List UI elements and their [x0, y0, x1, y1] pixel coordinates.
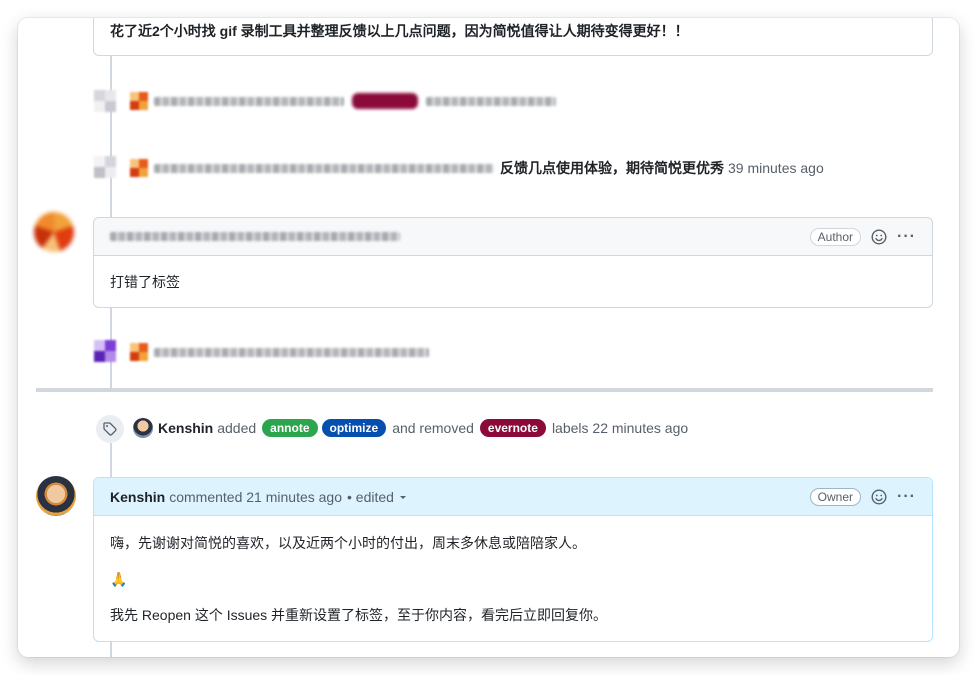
- avatar[interactable]: [133, 418, 153, 438]
- comment-meta[interactable]: commented 21 minutes ago: [169, 489, 342, 505]
- avatar[interactable]: [34, 212, 74, 252]
- comment-body: 打错了标签: [110, 274, 180, 290]
- smiley-icon[interactable]: [871, 228, 887, 245]
- timeline-line: [110, 443, 112, 478]
- edit-icon: [94, 156, 116, 178]
- timeline-line: [110, 640, 112, 657]
- previous-comment-card: 花了近2个小时找 gif 录制工具并整理反馈以上几点问题，因为简悦值得让人期待变…: [93, 18, 933, 56]
- edited-dropdown[interactable]: • edited: [347, 489, 394, 505]
- avatar: [130, 159, 148, 177]
- timeline-divider: [36, 388, 933, 392]
- more-options-icon[interactable]: ···: [897, 228, 916, 246]
- comment-paragraph: 我先 Reopen 这个 Issues 并重新设置了标签，至于你内容，看完后立即…: [110, 607, 608, 623]
- label-optimize[interactable]: optimize: [321, 419, 387, 437]
- praying-hands-emoji: 🙏: [110, 571, 128, 587]
- chevron-down-icon[interactable]: [398, 489, 408, 505]
- blurred-header-text: [110, 232, 400, 241]
- new-title-text: 反馈几点使用体验，期待简悦更优秀: [500, 160, 724, 176]
- label-annote[interactable]: annote: [262, 419, 318, 437]
- author-badge: Author: [809, 227, 862, 246]
- removed-text: and removed: [392, 420, 474, 436]
- added-text: added: [217, 420, 257, 436]
- user-link[interactable]: Kenshin: [110, 489, 165, 505]
- blurred-event-row: [130, 92, 556, 110]
- author-comment-card: Author ··· 打错了标签: [93, 217, 933, 308]
- labels-event-row: Kenshin added annote optimize and remove…: [133, 418, 688, 438]
- blurred-event-row: [130, 343, 429, 361]
- avatar[interactable]: [36, 476, 76, 516]
- owner-comment-card: Kenshin commented 21 minutes ago • edite…: [93, 477, 933, 642]
- avatar: [130, 343, 148, 361]
- user-link[interactable]: Kenshin: [158, 420, 213, 436]
- blurred-text: [154, 96, 344, 106]
- label-evernote[interactable]: evernote: [479, 419, 546, 437]
- blurred-text: [154, 347, 429, 357]
- blurred-label: [352, 93, 418, 109]
- event-icon: [94, 340, 116, 362]
- previous-comment-text: 花了近2个小时找 gif 录制工具并整理反馈以上几点问题，因为简悦值得让人期待变…: [110, 23, 689, 39]
- tag-icon: [96, 415, 124, 443]
- event-time[interactable]: 39 minutes ago: [728, 160, 824, 176]
- event-icon: [94, 90, 116, 112]
- comment-header: Author ···: [94, 218, 932, 256]
- blurred-text: [426, 96, 556, 106]
- owner-badge: Owner: [809, 487, 862, 506]
- comment-paragraph: 嗨，先谢谢对简悦的喜欢，以及近两个小时的付出，周末多休息或陪陪家人。: [110, 535, 586, 551]
- title-change-event: 反馈几点使用体验，期待简悦更优秀 39 minutes ago: [130, 158, 824, 178]
- comment-header: Kenshin commented 21 minutes ago • edite…: [94, 478, 932, 516]
- smiley-icon[interactable]: [871, 488, 887, 505]
- issue-timeline-window: 花了近2个小时找 gif 录制工具并整理反馈以上几点问题，因为简悦值得让人期待变…: [18, 18, 959, 657]
- timeline-line: [110, 56, 112, 218]
- blurred-text: [154, 163, 494, 173]
- more-options-icon[interactable]: ···: [897, 488, 916, 506]
- comment-body: 嗨，先谢谢对简悦的喜欢，以及近两个小时的付出，周末多休息或陪陪家人。 🙏 我先 …: [94, 516, 932, 641]
- avatar: [130, 92, 148, 110]
- labels-event-suffix: labels 22 minutes ago: [551, 420, 689, 436]
